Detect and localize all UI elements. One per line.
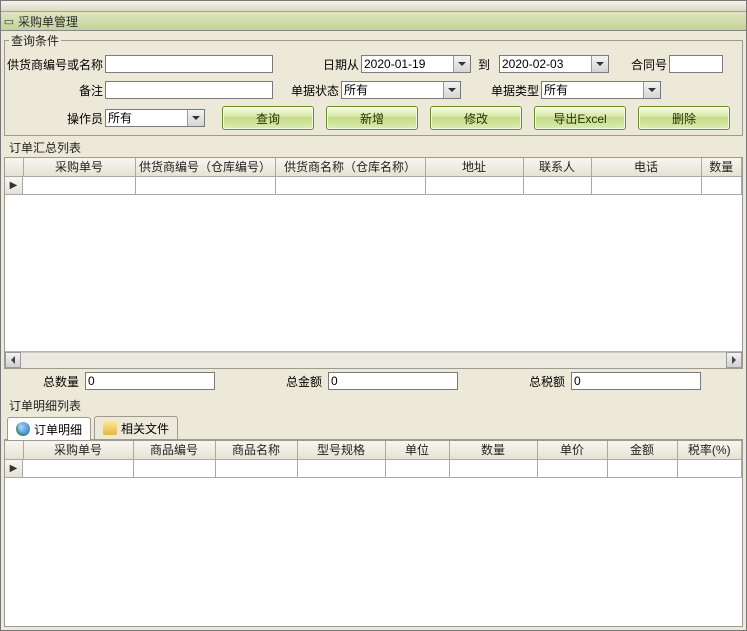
date-from-label: 日期从 [309, 56, 361, 73]
supplier-label: 供货商编号或名称 [7, 56, 105, 73]
total-amount-label: 总金额 [252, 373, 324, 390]
scroll-right-icon[interactable] [726, 352, 742, 368]
summary-col-2[interactable]: 供货商名称（仓库名称） [275, 158, 425, 176]
operator-value[interactable]: 所有 [106, 110, 187, 126]
summary-grid[interactable]: 采购单号 供货商编号（仓库编号） 供货商名称（仓库名称） 地址 联系人 电话 数… [4, 157, 743, 369]
type-label: 单据类型 [479, 82, 541, 99]
detail-col-2[interactable]: 商品名称 [215, 441, 297, 459]
detail-row-indicator[interactable]: ▶ [5, 460, 23, 478]
scroll-left-icon[interactable] [5, 352, 21, 368]
detail-empty-cell[interactable] [23, 459, 133, 478]
summary-col-4[interactable]: 联系人 [523, 158, 591, 176]
parent-toolbar-strip [1, 1, 746, 12]
remark-input[interactable] [105, 81, 273, 99]
summary-grid-header: 采购单号 供货商编号（仓库编号） 供货商名称（仓库名称） 地址 联系人 电话 数… [5, 158, 742, 195]
tab-order-detail[interactable]: 订单明细 [7, 417, 91, 440]
edit-button[interactable]: 修改 [430, 106, 522, 130]
summary-row-header-blank [5, 158, 23, 176]
remark-label: 备注 [7, 82, 105, 99]
detail-col-0[interactable]: 采购单号 [23, 441, 133, 459]
chevron-down-icon[interactable] [453, 56, 470, 72]
summary-empty-cell[interactable] [23, 176, 135, 195]
operator-combo[interactable]: 所有 [105, 109, 205, 127]
contract-input[interactable] [669, 55, 723, 73]
query-button[interactable]: 查询 [222, 106, 314, 130]
delete-button[interactable]: 删除 [638, 106, 730, 130]
chevron-down-icon[interactable] [643, 82, 660, 98]
query-conditions-legend: 查询条件 [9, 32, 61, 49]
chevron-down-icon[interactable] [591, 56, 608, 72]
type-combo[interactable]: 所有 [541, 81, 661, 99]
summary-list-title: 订单汇总列表 [1, 136, 746, 157]
detail-col-1[interactable]: 商品编号 [133, 441, 215, 459]
summary-col-6[interactable]: 数量 [701, 158, 742, 176]
date-to-value[interactable]: 2020-02-03 [500, 56, 591, 72]
add-button[interactable]: 新增 [326, 106, 418, 130]
detail-col-5[interactable]: 数量 [449, 441, 537, 459]
export-excel-button[interactable]: 导出Excel [534, 106, 626, 130]
subwindow-titlebar[interactable]: ▭ 采购单管理 [1, 12, 746, 31]
detail-grid-body[interactable] [5, 478, 742, 626]
chevron-down-icon[interactable] [187, 110, 204, 126]
totals-bar: 总数量 总金额 总税额 [1, 369, 746, 393]
summary-col-1[interactable]: 供货商编号（仓库编号） [135, 158, 275, 176]
total-qty-value [85, 372, 215, 390]
detail-col-7[interactable]: 金额 [607, 441, 677, 459]
operator-label: 操作员 [7, 110, 105, 127]
scroll-track[interactable] [21, 352, 726, 368]
date-from-value[interactable]: 2020-01-19 [362, 56, 453, 72]
date-to-label: 到 [471, 56, 499, 73]
total-tax-label: 总税额 [495, 373, 567, 390]
status-value[interactable]: 所有 [342, 82, 443, 98]
detail-col-3[interactable]: 型号规格 [297, 441, 385, 459]
summary-grid-body[interactable] [5, 195, 742, 351]
status-combo[interactable]: 所有 [341, 81, 461, 99]
contract-label: 合同号 [617, 56, 669, 73]
detail-col-8[interactable]: 税率(%) [677, 441, 742, 459]
total-amount-value [328, 372, 458, 390]
date-to-picker[interactable]: 2020-02-03 [499, 55, 609, 73]
summary-col-0[interactable]: 采购单号 [23, 158, 135, 176]
detail-col-4[interactable]: 单位 [385, 441, 449, 459]
summary-col-5[interactable]: 电话 [591, 158, 701, 176]
summary-row-indicator[interactable]: ▶ [5, 177, 23, 195]
query-conditions-group: 查询条件 供货商编号或名称 日期从 2020-01-19 到 2020-02-0… [4, 32, 743, 136]
tab-order-detail-label: 订单明细 [34, 421, 82, 438]
detail-grid-header: 采购单号 商品编号 商品名称 型号规格 单位 数量 单价 金额 税率(%) ▶ [5, 441, 742, 478]
detail-grid[interactable]: 采购单号 商品编号 商品名称 型号规格 单位 数量 单价 金额 税率(%) ▶ [4, 440, 743, 627]
window-title: 采购单管理 [18, 13, 78, 30]
total-tax-value [571, 372, 701, 390]
detail-list-title: 订单明细列表 [1, 393, 746, 415]
total-qty-label: 总数量 [9, 373, 81, 390]
supplier-input[interactable] [105, 55, 273, 73]
summary-col-3[interactable]: 地址 [425, 158, 523, 176]
summary-hscrollbar[interactable] [5, 351, 742, 368]
folder-icon [103, 421, 117, 435]
detail-col-6[interactable]: 单价 [537, 441, 607, 459]
tab-related-files[interactable]: 相关文件 [94, 416, 178, 439]
tab-related-files-label: 相关文件 [121, 420, 169, 437]
detail-row-header-blank [5, 441, 23, 459]
minimize-icon[interactable]: ▭ [4, 16, 14, 26]
status-label: 单据状态 [279, 82, 341, 99]
type-value[interactable]: 所有 [542, 82, 643, 98]
detail-tabs: 订单明细 相关文件 [4, 415, 743, 440]
globe-icon [16, 422, 30, 436]
date-from-picker[interactable]: 2020-01-19 [361, 55, 471, 73]
chevron-down-icon[interactable] [443, 82, 460, 98]
